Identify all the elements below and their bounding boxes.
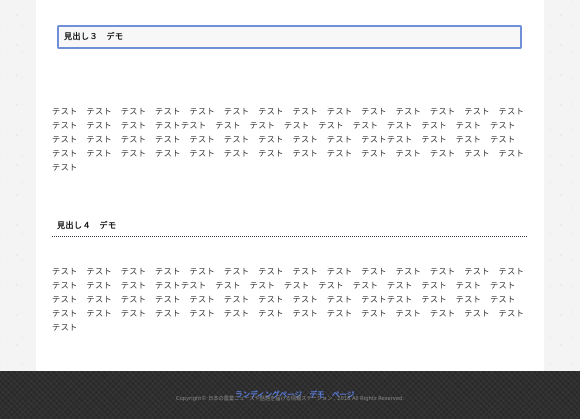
body-paragraph-1: テスト テスト テスト テスト テスト テスト テスト テスト テスト テスト … (52, 106, 533, 172)
heading4-title: 見出し４ デモ (57, 221, 117, 230)
heading3-title: 見出し３ デモ (64, 32, 124, 41)
footer-copyright: Copyright© 日本の農業ニュースや話題を届ける情報ステーション , 20… (175, 396, 404, 402)
heading3-box: 見出し３ デモ (57, 25, 522, 49)
heading4-dotted-rule (52, 236, 527, 237)
site-footer: ランディングページ デモ ページ Copyright© 日本の農業ニュースや話題… (0, 371, 580, 419)
body-paragraph-2: テスト テスト テスト テスト テスト テスト テスト テスト テスト テスト … (52, 266, 533, 332)
